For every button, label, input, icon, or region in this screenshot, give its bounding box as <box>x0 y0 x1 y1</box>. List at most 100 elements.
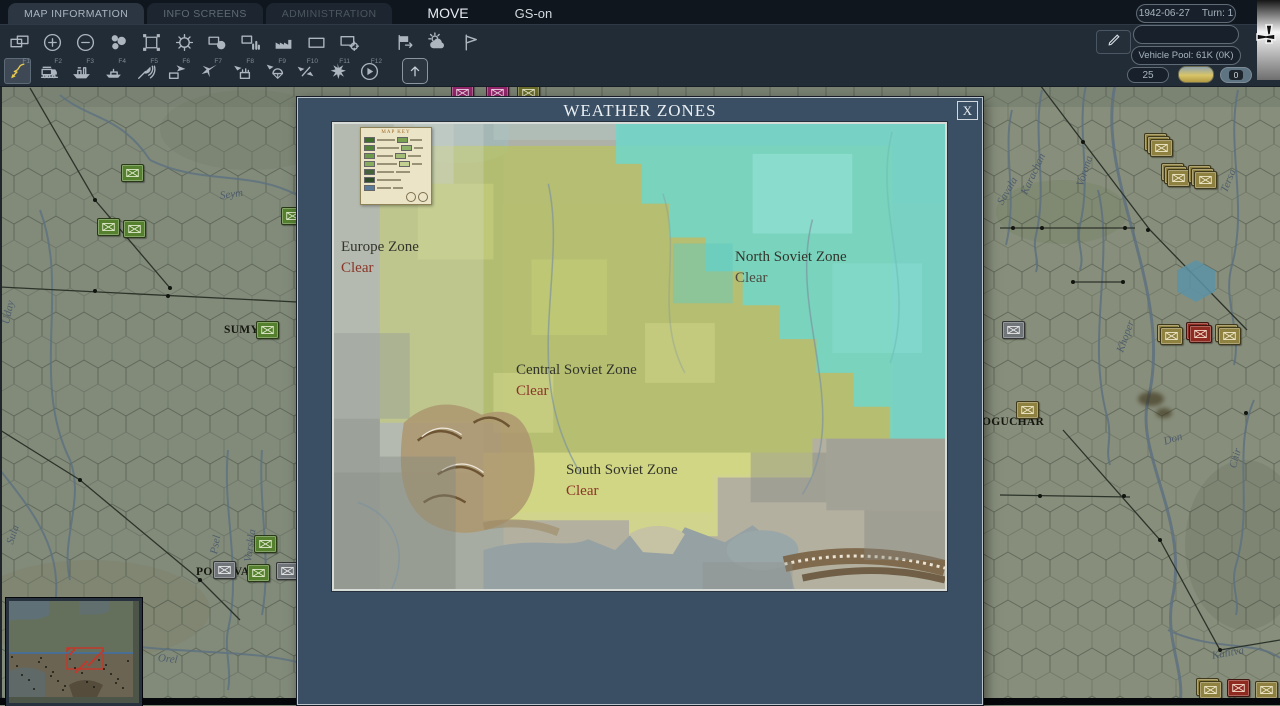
tab-info-screens[interactable]: INFO SCREENS <box>147 3 263 24</box>
amphibious-mode-button[interactable]: F4 <box>100 58 127 84</box>
unit-counter[interactable] <box>1002 321 1025 339</box>
fkey-label: F8 <box>246 58 254 65</box>
air-drop-mode-button[interactable]: F9 <box>260 58 287 84</box>
pencil-icon <box>1106 32 1122 53</box>
move-mode-button[interactable]: F1 <box>4 58 31 84</box>
fkey-label: F1 <box>22 58 30 65</box>
river-label: Khoper <box>1114 319 1137 354</box>
fkey-label: F3 <box>86 58 94 65</box>
zone-name: Central Soviet Zone <box>516 361 637 380</box>
fkey-label: F10 <box>307 58 318 65</box>
legend-stamp-icon <box>418 192 428 202</box>
zone-name: South Soviet Zone <box>566 461 678 480</box>
toggle-units-button[interactable] <box>202 29 232 55</box>
preferences-button[interactable] <box>169 29 199 55</box>
show-counters-button[interactable] <box>103 29 133 55</box>
unit-counter[interactable] <box>213 561 236 579</box>
unit-counter[interactable] <box>1255 681 1278 699</box>
unit-counter[interactable] <box>1189 325 1212 343</box>
bomb-unit-mode-button[interactable]: F11 <box>324 58 351 84</box>
zoom-out-button[interactable] <box>70 29 100 55</box>
unit-counter[interactable] <box>123 220 146 238</box>
edit-button[interactable] <box>1096 30 1131 54</box>
naval-transport-mode-button[interactable]: F3 <box>68 58 95 84</box>
air-superiority-mode-button[interactable]: F7 <box>196 58 223 84</box>
unit-counter[interactable] <box>256 321 279 339</box>
lake-hex <box>1177 260 1215 302</box>
river-label: Seym <box>219 187 244 202</box>
fkey-label: F2 <box>54 58 62 65</box>
jump-map-button[interactable] <box>4 29 34 55</box>
tab-administration[interactable]: ADMINISTRATION <box>266 3 393 24</box>
zero-value: 0 <box>1229 70 1244 80</box>
victory-locations-button[interactable] <box>455 29 485 55</box>
weather-button[interactable] <box>422 29 452 55</box>
turn-value: Turn: 1 <box>1202 8 1233 19</box>
grand-strategy-toggle[interactable]: GS-on <box>515 6 553 21</box>
river-label: Orel <box>157 652 178 666</box>
fkey-label: F9 <box>278 58 286 65</box>
unit-counter[interactable] <box>1199 681 1222 699</box>
unit-counter[interactable] <box>97 218 120 236</box>
zone-name: North Soviet Zone <box>735 248 847 267</box>
dialog-title: WEATHER ZONES <box>298 98 982 122</box>
fkey-label: F7 <box>214 58 222 65</box>
menu-tabs: MAP INFORMATIONINFO SCREENSADMINISTRATIO… <box>8 3 395 24</box>
zero-indicator-button[interactable]: 0 <box>1220 67 1252 83</box>
toggle-toolbar-button[interactable] <box>402 58 428 84</box>
map-key-title: MAP KEY <box>364 130 428 135</box>
fkey-label: F4 <box>118 58 126 65</box>
unit-counter[interactable] <box>276 562 299 580</box>
terrain-smudge <box>1156 408 1172 418</box>
minimap[interactable] <box>6 598 142 706</box>
unit-counter[interactable] <box>254 535 277 553</box>
air-base-mode-button[interactable]: F6 <box>164 58 191 84</box>
rail-mode-button[interactable]: F2 <box>36 58 63 84</box>
yellow-indicator-button[interactable] <box>1178 66 1214 83</box>
air-transfer-mode-button[interactable]: F10 <box>292 58 319 84</box>
close-button[interactable]: X <box>957 101 978 120</box>
unit-counter[interactable] <box>1218 327 1241 345</box>
river-label: Chir <box>1227 447 1244 470</box>
map-settings-button[interactable] <box>334 29 364 55</box>
river-label: Tersa <box>1218 167 1238 194</box>
unit-counter[interactable] <box>1227 679 1250 697</box>
unit-counter[interactable] <box>1194 171 1217 189</box>
date-turn-display: 1942-06-27 Turn: 1 <box>1136 4 1236 23</box>
unit-counter[interactable] <box>1150 139 1173 157</box>
toolbar-row-2: F1 F2 F3 F4 F5 F6 F7 F8 F9 F10 F11F12 <box>4 58 428 84</box>
jump-flag-button[interactable] <box>389 29 419 55</box>
weather-zone-label: Central Soviet Zone Clear <box>516 361 637 401</box>
zone-name: Europe Zone <box>341 238 419 257</box>
unit-counter[interactable] <box>1160 327 1183 345</box>
bomb-city-mode-button[interactable]: F8 <box>228 58 255 84</box>
hex-select-button[interactable] <box>136 29 166 55</box>
zoom-in-button[interactable] <box>37 29 67 55</box>
river-label: Kalitva <box>1211 644 1245 661</box>
unit-info-button[interactable] <box>235 29 265 55</box>
weather-zones-dialog: WEATHER ZONES X <box>297 97 983 705</box>
next-mode-button[interactable]: F12 <box>356 58 383 84</box>
zone-condition: Clear <box>735 269 847 288</box>
river-label: Sula <box>4 524 21 546</box>
factory-locations-button[interactable] <box>268 29 298 55</box>
map-frame-button[interactable] <box>301 29 331 55</box>
tab-map-information[interactable]: MAP INFORMATION <box>8 3 144 24</box>
toolbar-row-1 <box>4 29 485 55</box>
terrain-smudge <box>1138 392 1164 406</box>
river-label: Uday <box>0 299 17 325</box>
air-recon-mode-button[interactable]: F5 <box>132 58 159 84</box>
unit-counter[interactable] <box>1016 401 1039 419</box>
river-label: Karachan <box>1019 152 1048 197</box>
move-mode-label[interactable]: MOVE <box>427 5 468 21</box>
unit-counter[interactable] <box>121 164 144 182</box>
weather-zone-label: Europe Zone Clear <box>341 238 419 278</box>
zone-condition: Clear <box>516 382 637 401</box>
fkey-label: F5 <box>150 58 158 65</box>
zone-condition: Clear <box>341 259 419 278</box>
axis-flag-marker <box>1257 0 1280 80</box>
unit-counter[interactable] <box>1167 169 1190 187</box>
unit-counter[interactable] <box>247 564 270 582</box>
river-label: Don <box>1162 430 1184 447</box>
date-value: 1942-06-27 <box>1139 8 1190 19</box>
